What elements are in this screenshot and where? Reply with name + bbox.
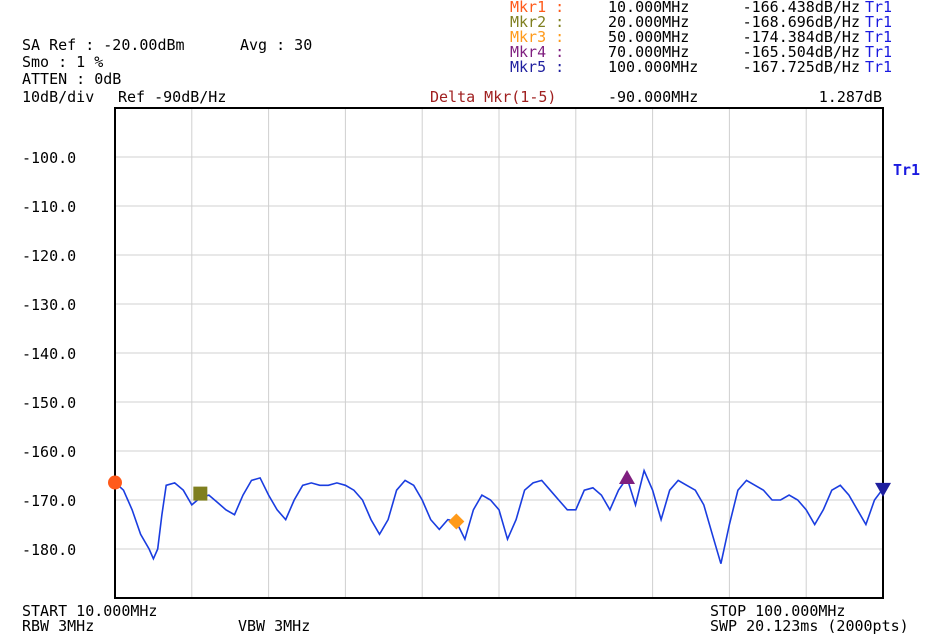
y-tick-label: -180.0 [22,541,76,559]
spectrum-plot: -100.0 -110.0 -120.0 -130.0 -140.0 -150.0 -160… [22,107,891,599]
y-tick-label: -110.0 [22,198,76,216]
marker-3-icon [448,513,465,530]
y-tick-label: -160.0 [22,443,76,461]
marker-1-icon [108,475,122,490]
sweep-time-label: SWP 20.123ms (2000pts) [710,617,909,635]
y-tick-label: -120.0 [22,247,76,265]
y-tick-label: -150.0 [22,394,76,412]
marker-5-icon [875,482,891,497]
marker-2-icon [193,486,208,501]
trace-label: Tr1 [893,161,921,179]
y-tick-label: -130.0 [22,296,76,314]
vbw-label: VBW 3MHz [238,617,311,635]
y-tick-label: -170.0 [22,492,76,510]
marker-4-icon [619,469,635,484]
y-tick-label: -100.0 [22,149,76,167]
rbw-label: RBW 3MHz [22,617,95,635]
y-tick-label: -140.0 [22,345,76,363]
